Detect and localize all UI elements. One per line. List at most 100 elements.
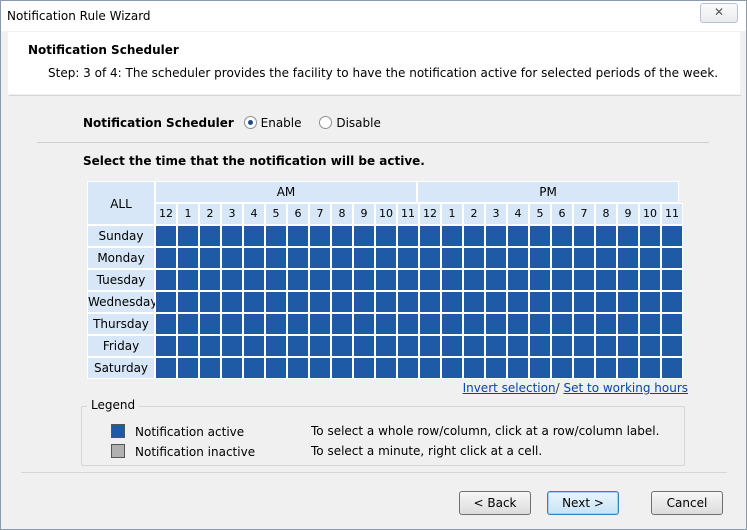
- schedule-cell[interactable]: [375, 269, 397, 291]
- schedule-cell[interactable]: [177, 357, 199, 379]
- schedule-cell[interactable]: [221, 247, 243, 269]
- hour-header[interactable]: 4: [243, 203, 265, 225]
- hour-header[interactable]: 10: [375, 203, 397, 225]
- schedule-cell[interactable]: [419, 335, 441, 357]
- schedule-cell[interactable]: [661, 247, 683, 269]
- schedule-cell[interactable]: [265, 335, 287, 357]
- schedule-cell[interactable]: [573, 335, 595, 357]
- schedule-cell[interactable]: [199, 225, 221, 247]
- schedule-cell[interactable]: [441, 357, 463, 379]
- schedule-cell[interactable]: [287, 335, 309, 357]
- schedule-cell[interactable]: [265, 291, 287, 313]
- schedule-cell[interactable]: [551, 357, 573, 379]
- schedule-cell[interactable]: [309, 247, 331, 269]
- schedule-cell[interactable]: [485, 335, 507, 357]
- schedule-cell[interactable]: [177, 247, 199, 269]
- schedule-cell[interactable]: [265, 357, 287, 379]
- schedule-cell[interactable]: [617, 357, 639, 379]
- hour-header[interactable]: 3: [485, 203, 507, 225]
- disable-radio[interactable]: [319, 116, 333, 129]
- hour-header[interactable]: 11: [661, 203, 683, 225]
- schedule-cell[interactable]: [617, 247, 639, 269]
- select-all-cell[interactable]: ALL: [87, 181, 155, 225]
- schedule-cell[interactable]: [529, 247, 551, 269]
- schedule-cell[interactable]: [221, 357, 243, 379]
- schedule-cell[interactable]: [375, 247, 397, 269]
- schedule-cell[interactable]: [331, 335, 353, 357]
- schedule-cell[interactable]: [353, 357, 375, 379]
- working-hours-link[interactable]: Set to working hours: [563, 381, 688, 395]
- schedule-cell[interactable]: [331, 313, 353, 335]
- schedule-cell[interactable]: [639, 357, 661, 379]
- schedule-cell[interactable]: [243, 313, 265, 335]
- schedule-cell[interactable]: [419, 357, 441, 379]
- schedule-cell[interactable]: [309, 291, 331, 313]
- schedule-cell[interactable]: [155, 335, 177, 357]
- schedule-cell[interactable]: [419, 225, 441, 247]
- schedule-cell[interactable]: [595, 313, 617, 335]
- schedule-cell[interactable]: [463, 335, 485, 357]
- schedule-cell[interactable]: [353, 247, 375, 269]
- day-label[interactable]: Thursday: [87, 313, 155, 335]
- schedule-cell[interactable]: [243, 269, 265, 291]
- schedule-cell[interactable]: [221, 291, 243, 313]
- schedule-cell[interactable]: [375, 291, 397, 313]
- schedule-cell[interactable]: [551, 247, 573, 269]
- schedule-cell[interactable]: [529, 291, 551, 313]
- hour-header[interactable]: 10: [639, 203, 661, 225]
- schedule-cell[interactable]: [309, 357, 331, 379]
- schedule-cell[interactable]: [221, 313, 243, 335]
- enable-radio[interactable]: [243, 116, 257, 129]
- schedule-cell[interactable]: [419, 247, 441, 269]
- schedule-cell[interactable]: [595, 269, 617, 291]
- schedule-cell[interactable]: [463, 313, 485, 335]
- schedule-cell[interactable]: [375, 313, 397, 335]
- schedule-cell[interactable]: [375, 225, 397, 247]
- schedule-cell[interactable]: [177, 269, 199, 291]
- schedule-cell[interactable]: [265, 313, 287, 335]
- schedule-cell[interactable]: [397, 357, 419, 379]
- schedule-cell[interactable]: [661, 291, 683, 313]
- schedule-cell[interactable]: [485, 247, 507, 269]
- schedule-cell[interactable]: [155, 247, 177, 269]
- schedule-cell[interactable]: [265, 269, 287, 291]
- schedule-cell[interactable]: [287, 357, 309, 379]
- schedule-cell[interactable]: [221, 225, 243, 247]
- hour-header[interactable]: 11: [397, 203, 419, 225]
- schedule-cell[interactable]: [309, 335, 331, 357]
- schedule-cell[interactable]: [573, 269, 595, 291]
- schedule-cell[interactable]: [639, 225, 661, 247]
- schedule-cell[interactable]: [177, 291, 199, 313]
- schedule-cell[interactable]: [507, 313, 529, 335]
- schedule-cell[interactable]: [441, 291, 463, 313]
- schedule-cell[interactable]: [639, 313, 661, 335]
- schedule-cell[interactable]: [309, 225, 331, 247]
- schedule-cell[interactable]: [463, 269, 485, 291]
- cancel-button[interactable]: Cancel: [651, 491, 723, 515]
- hour-header[interactable]: 12: [155, 203, 177, 225]
- back-button[interactable]: < Back: [459, 491, 531, 515]
- invert-selection-link[interactable]: Invert selection: [463, 381, 556, 395]
- schedule-cell[interactable]: [507, 357, 529, 379]
- schedule-cell[interactable]: [331, 357, 353, 379]
- schedule-cell[interactable]: [287, 291, 309, 313]
- schedule-cell[interactable]: [551, 225, 573, 247]
- schedule-cell[interactable]: [661, 313, 683, 335]
- schedule-cell[interactable]: [331, 269, 353, 291]
- schedule-cell[interactable]: [485, 313, 507, 335]
- day-label[interactable]: Wednesday: [87, 291, 157, 313]
- schedule-cell[interactable]: [661, 269, 683, 291]
- schedule-cell[interactable]: [529, 335, 551, 357]
- schedule-cell[interactable]: [573, 225, 595, 247]
- schedule-cell[interactable]: [243, 335, 265, 357]
- schedule-cell[interactable]: [375, 357, 397, 379]
- schedule-cell[interactable]: [507, 247, 529, 269]
- schedule-cell[interactable]: [199, 269, 221, 291]
- day-label[interactable]: Sunday: [87, 225, 155, 247]
- schedule-cell[interactable]: [441, 225, 463, 247]
- schedule-cell[interactable]: [199, 357, 221, 379]
- schedule-cell[interactable]: [155, 291, 177, 313]
- schedule-cell[interactable]: [617, 225, 639, 247]
- schedule-cell[interactable]: [595, 225, 617, 247]
- schedule-cell[interactable]: [485, 291, 507, 313]
